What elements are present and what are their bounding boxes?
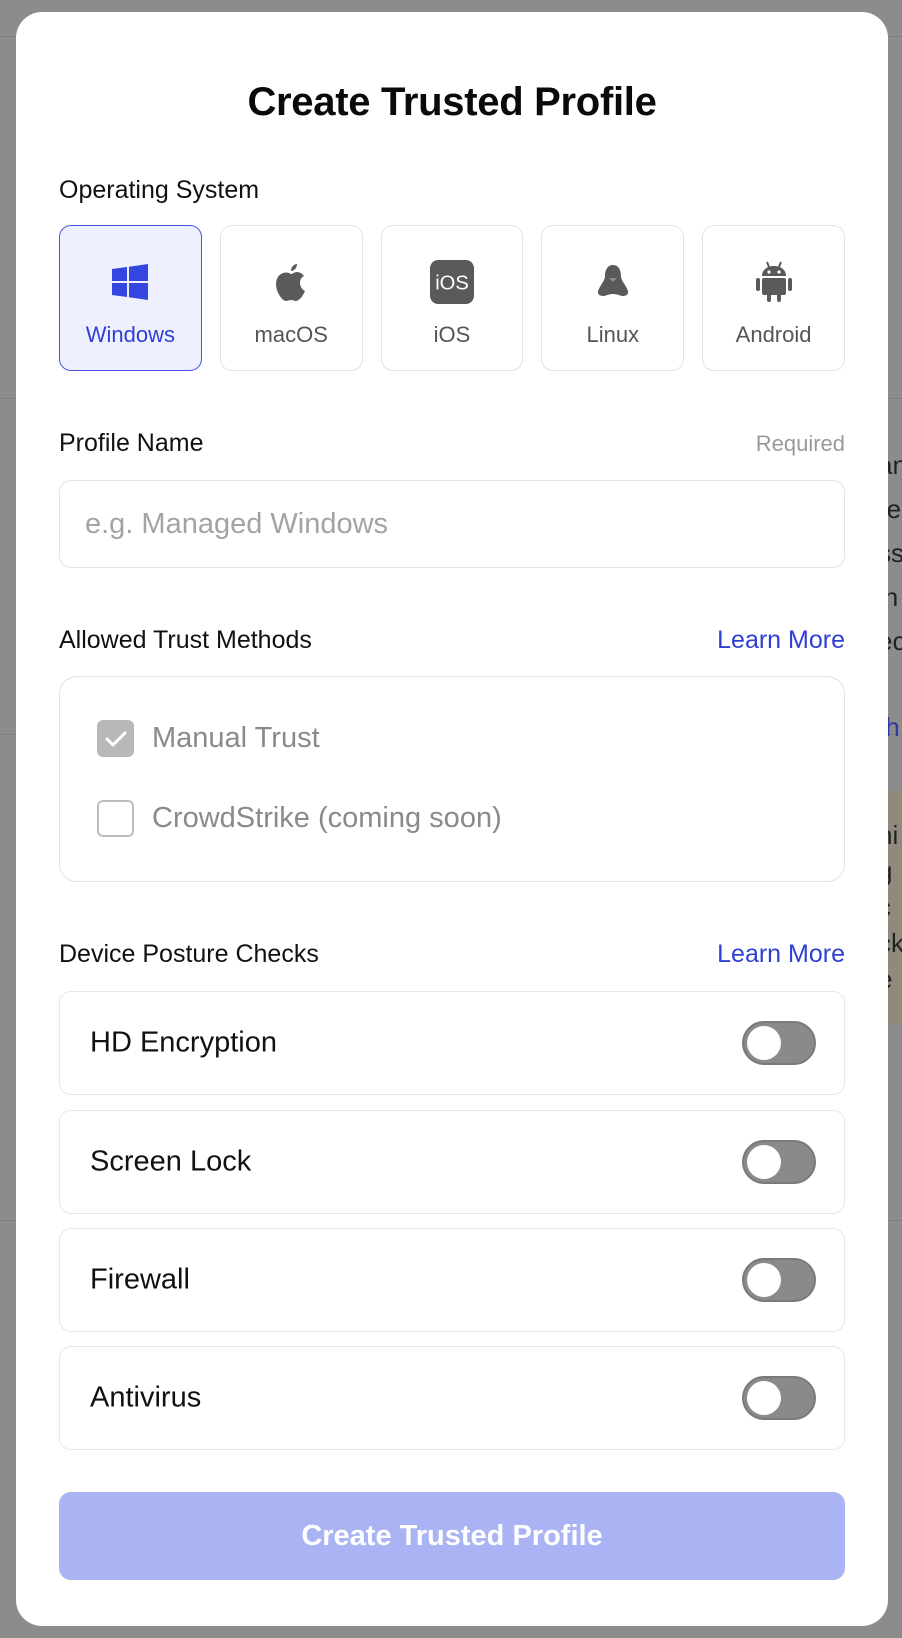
trust-methods-label: Allowed Trust Methods <box>59 626 312 654</box>
create-profile-modal: Create Trusted Profile Operating System … <box>16 12 888 1626</box>
crowdstrike-checkbox[interactable] <box>97 800 134 837</box>
toggle-knob <box>747 1026 781 1060</box>
posture-label: HD Encryption <box>90 1026 277 1059</box>
create-trusted-profile-button[interactable]: Create Trusted Profile <box>59 1492 845 1580</box>
screen-lock-toggle[interactable] <box>742 1140 816 1184</box>
antivirus-toggle[interactable] <box>742 1376 816 1420</box>
os-option-android[interactable]: Android <box>702 225 845 371</box>
toggle-knob <box>747 1381 781 1415</box>
hd-encryption-toggle[interactable] <box>742 1021 816 1065</box>
profile-name-label: Profile Name <box>59 429 204 457</box>
posture-checks-label: Device Posture Checks <box>59 940 319 968</box>
os-option-ios[interactable]: iOS iOS <box>380 225 524 371</box>
os-section-label: Operating System <box>59 176 260 204</box>
posture-row-screen-lock: Screen Lock <box>59 1110 845 1214</box>
os-option-linux[interactable]: Linux <box>541 225 685 371</box>
ios-badge-text: iOS <box>435 272 469 294</box>
android-icon <box>752 260 796 304</box>
manual-trust-option[interactable]: Manual Trust <box>97 720 320 757</box>
toggle-knob <box>747 1263 781 1297</box>
firewall-toggle[interactable] <box>742 1258 816 1302</box>
os-option-macos[interactable]: macOS <box>219 225 363 371</box>
toggle-knob <box>747 1145 781 1179</box>
os-option-label: macOS <box>254 322 328 347</box>
os-selector: Windows macOS iOS iOS Linux Android <box>59 225 845 371</box>
apple-icon <box>269 260 313 304</box>
linux-icon <box>591 260 635 304</box>
posture-row-firewall: Firewall <box>59 1228 845 1332</box>
os-option-label: Linux <box>586 322 640 347</box>
posture-label: Screen Lock <box>90 1145 252 1178</box>
os-option-label: iOS <box>433 322 471 347</box>
os-option-label: Windows <box>85 322 176 347</box>
crowdstrike-option[interactable]: CrowdStrike (coming soon) <box>97 800 502 837</box>
ios-icon: iOS <box>429 260 474 304</box>
posture-label: Antivirus <box>90 1381 202 1414</box>
required-hint: Required <box>755 431 845 456</box>
checkmark-icon <box>105 731 126 746</box>
os-option-label: Android <box>735 322 812 347</box>
profile-name-input[interactable] <box>59 480 845 568</box>
posture-row-antivirus: Antivirus <box>59 1346 845 1450</box>
modal-title: Create Trusted Profile <box>247 80 657 124</box>
manual-trust-checkbox[interactable] <box>97 720 134 757</box>
posture-row-hd-encryption: HD Encryption <box>59 991 845 1095</box>
trust-methods-box: Manual Trust CrowdStrike (coming soon) <box>59 676 845 882</box>
posture-checks-learn-more-link[interactable]: Learn More <box>717 940 845 969</box>
windows-icon <box>108 260 152 304</box>
posture-label: Firewall <box>90 1263 190 1296</box>
os-option-windows[interactable]: Windows <box>59 225 202 371</box>
trust-methods-learn-more-link[interactable]: Learn More <box>717 626 845 655</box>
manual-trust-label: Manual Trust <box>152 722 320 754</box>
crowdstrike-label: CrowdStrike (coming soon) <box>152 802 502 834</box>
